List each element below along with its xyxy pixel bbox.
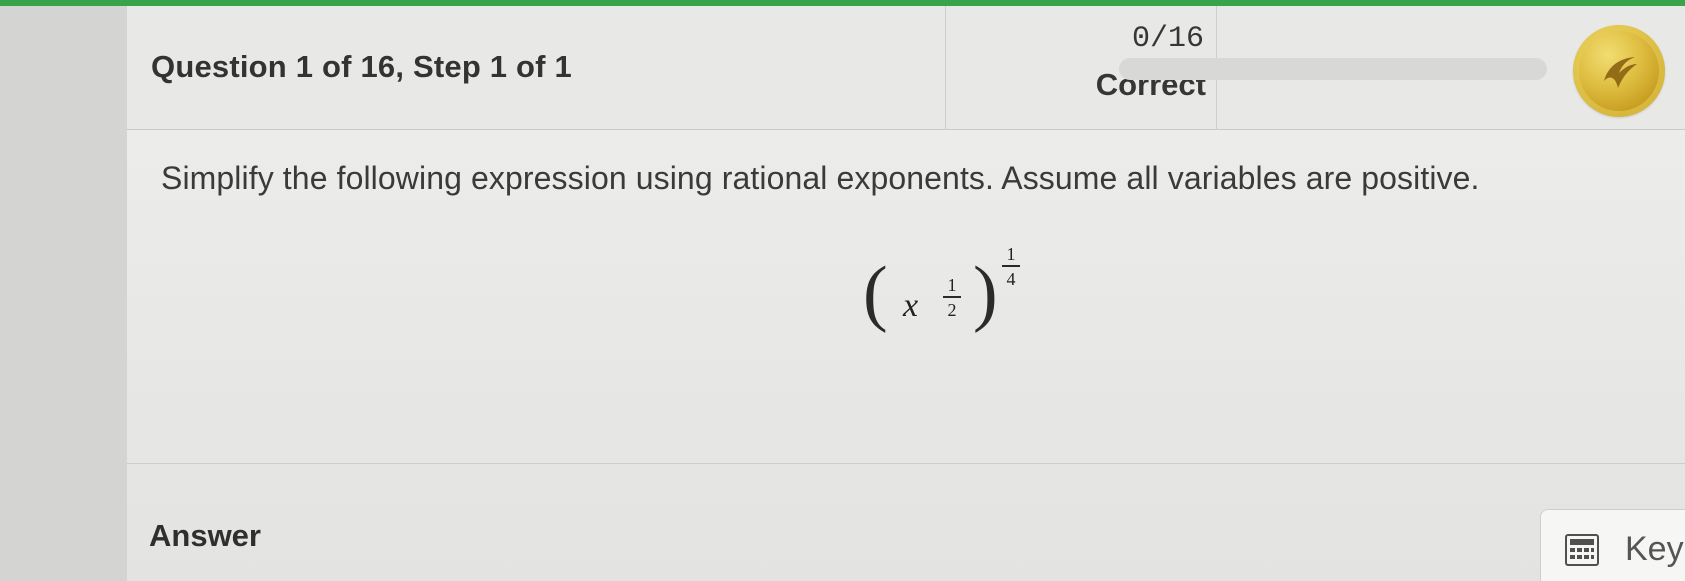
expression-base-variable: x — [903, 287, 919, 324]
answer-divider — [127, 463, 1685, 464]
left-parenthesis: ( — [863, 252, 888, 334]
inner-exponent-denominator: 2 — [947, 299, 957, 320]
calculator-icon — [1565, 534, 1599, 566]
inner-exponent-fraction-bar — [943, 296, 961, 298]
score-value: 0/16 — [1131, 22, 1204, 56]
outer-exponent-fraction: 1 4 — [1002, 245, 1020, 288]
question-prompt: Simplify the following expression using … — [161, 160, 1480, 196]
outer-exponent-fraction-bar — [1002, 265, 1020, 267]
question-panel: Simplify the following expression using … — [127, 130, 1685, 581]
outer-exponent-denominator: 4 — [1006, 268, 1016, 289]
reward-coin-icon — [1573, 25, 1665, 117]
question-progress-text: Question 1 of 16, Step 1 of 1 — [151, 49, 572, 84]
answer-label: Answer — [149, 518, 261, 553]
inner-exponent-fraction: 1 2 — [943, 276, 961, 319]
outer-exponent-numerator: 1 — [1006, 244, 1016, 264]
left-gutter — [0, 6, 127, 581]
progress-bar — [1119, 58, 1547, 80]
math-expression: ( x 1 2 ) 1 4 — [863, 242, 1023, 352]
right-parenthesis: ) — [973, 252, 998, 334]
inner-exponent-numerator: 1 — [947, 275, 957, 295]
question-header: Question 1 of 16, Step 1 of 1 0/16 Corre… — [127, 6, 1685, 130]
keypad-label: Key — [1625, 530, 1684, 568]
keypad-button[interactable]: Key — [1540, 509, 1685, 581]
